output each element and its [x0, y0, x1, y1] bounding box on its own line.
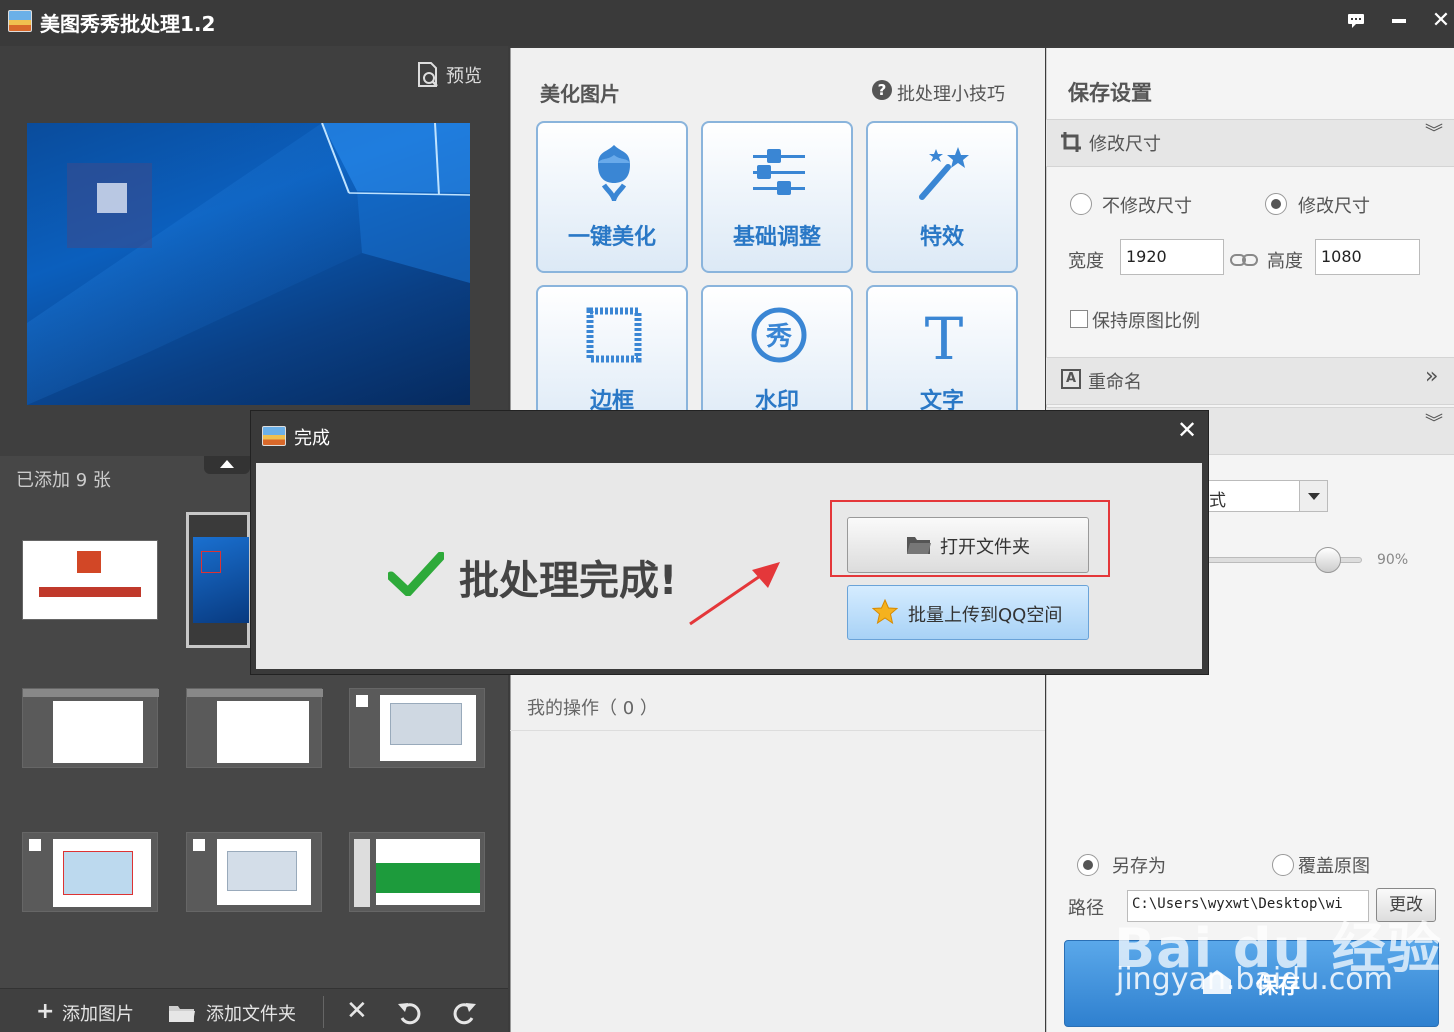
- tool-basic-adjust[interactable]: 基础调整: [701, 121, 853, 273]
- title-bar: [0, 0, 1454, 46]
- svg-text:T: T: [925, 305, 964, 365]
- quality-slider-thumb[interactable]: [1315, 547, 1341, 573]
- overwrite-label: 覆盖原图: [1298, 856, 1370, 877]
- toolbar-divider: [323, 996, 324, 1028]
- tool-label: 特效: [919, 225, 964, 250]
- beautify-title: 美化图片: [540, 82, 620, 106]
- rename-section-label: 重命名: [1088, 372, 1142, 393]
- format-select[interactable]: 式: [1190, 480, 1328, 512]
- collapse-handle[interactable]: [204, 456, 250, 474]
- feedback-icon[interactable]: [1341, 6, 1371, 36]
- dialog-app-icon: [262, 426, 286, 446]
- frame-icon: [584, 305, 644, 365]
- preview-image: [27, 123, 470, 405]
- text-t-icon: T: [914, 305, 974, 373]
- thumbnail[interactable]: [349, 688, 485, 768]
- crop-icon: [1060, 131, 1082, 157]
- delete-icon[interactable]: ✕: [346, 998, 372, 1024]
- thumbnail[interactable]: [349, 832, 485, 912]
- keep-ratio-label: 保持原图比例: [1092, 311, 1200, 332]
- format-select-value: 式: [1209, 491, 1226, 511]
- width-label: 宽度: [1068, 251, 1104, 272]
- tool-label: 基础调整: [732, 225, 821, 250]
- divider: [510, 730, 1045, 731]
- svg-text:秀: 秀: [765, 322, 792, 352]
- quality-value: 90%: [1377, 552, 1409, 568]
- resize-section-label: 修改尺寸: [1089, 134, 1161, 155]
- radio-no-resize-label: 不修改尺寸: [1102, 196, 1192, 217]
- help-icon[interactable]: ?: [872, 80, 892, 100]
- upload-qq-button[interactable]: 批量上传到QQ空间: [847, 585, 1089, 640]
- radio-resize-label: 修改尺寸: [1298, 196, 1370, 217]
- chevron-right-icon[interactable]: »: [1425, 366, 1438, 388]
- done-message: 批处理完成!: [459, 558, 678, 604]
- dropdown-arrow-icon: [1299, 481, 1327, 511]
- batch-tips-link[interactable]: 批处理小技巧: [897, 80, 1005, 106]
- rename-a-icon: A: [1061, 369, 1081, 389]
- preview-label[interactable]: 预览: [446, 62, 482, 88]
- close-button[interactable]: ✕: [1426, 6, 1454, 36]
- add-image-button[interactable]: 添加图片: [62, 1000, 134, 1026]
- plus-icon: +: [36, 999, 55, 1024]
- my-operations-label: 我的操作（ 0 ）: [527, 698, 658, 719]
- link-icon[interactable]: [1230, 252, 1258, 271]
- app-title: 美图秀秀批处理1.2: [40, 12, 216, 36]
- thumbnail[interactable]: [22, 540, 158, 620]
- thumbnail-selected[interactable]: [186, 512, 250, 648]
- sliders-icon: [749, 141, 809, 201]
- tool-one-click-beautify[interactable]: 一键美化: [536, 121, 688, 273]
- thumbnail[interactable]: [22, 688, 159, 768]
- app-window: 美图秀秀批处理1.2 ✕ 预览 已添加 9 张 + 添加图片 添加文件夹 ✕ 美…: [0, 0, 1454, 1032]
- tulip-icon: [584, 141, 644, 207]
- thumbnail[interactable]: [186, 832, 322, 912]
- height-input[interactable]: 1080: [1315, 239, 1420, 275]
- dialog-title: 完成: [294, 428, 330, 449]
- save-as-label: 另存为: [1112, 856, 1166, 877]
- dialog-close-icon[interactable]: ✕: [1173, 416, 1201, 444]
- watermark-xiu-icon: 秀: [749, 305, 809, 365]
- path-label: 路径: [1068, 898, 1104, 919]
- radio-resize[interactable]: [1265, 193, 1287, 215]
- rotate-right-icon[interactable]: [450, 1000, 478, 1030]
- checkmark-icon: [386, 551, 446, 600]
- added-count: 已添加 9 张: [16, 470, 111, 491]
- height-label: 高度: [1267, 251, 1303, 272]
- magic-wand-icon: [914, 141, 974, 201]
- rotate-left-icon[interactable]: [396, 1000, 424, 1030]
- tool-effects[interactable]: 特效: [866, 121, 1018, 273]
- chevron-down-icon[interactable]: ︾: [1425, 415, 1443, 433]
- thumbnail[interactable]: [186, 688, 323, 768]
- save-settings-title: 保存设置: [1068, 81, 1152, 105]
- width-input[interactable]: 1920: [1120, 239, 1224, 275]
- app-logo-icon: [8, 10, 32, 32]
- thumbnail[interactable]: [22, 832, 158, 912]
- radio-no-resize[interactable]: [1070, 193, 1092, 215]
- arrow-annotation: [686, 560, 786, 634]
- preview-icon[interactable]: [416, 62, 440, 88]
- radio-save-as[interactable]: [1077, 854, 1099, 876]
- chevron-down-icon[interactable]: ︾: [1425, 125, 1443, 143]
- highlight-annotation: [830, 500, 1110, 577]
- keep-ratio-checkbox[interactable]: [1070, 310, 1088, 328]
- upload-qq-label: 批量上传到QQ空间: [908, 605, 1063, 626]
- radio-overwrite[interactable]: [1272, 854, 1294, 876]
- tool-label: 一键美化: [567, 225, 656, 250]
- star-icon: [871, 598, 899, 630]
- watermark-url: jingyan.baidu.com: [1116, 962, 1393, 997]
- add-folder-button[interactable]: 添加文件夹: [206, 1000, 296, 1026]
- folder-icon: [168, 1003, 196, 1027]
- minimize-button[interactable]: [1384, 6, 1414, 36]
